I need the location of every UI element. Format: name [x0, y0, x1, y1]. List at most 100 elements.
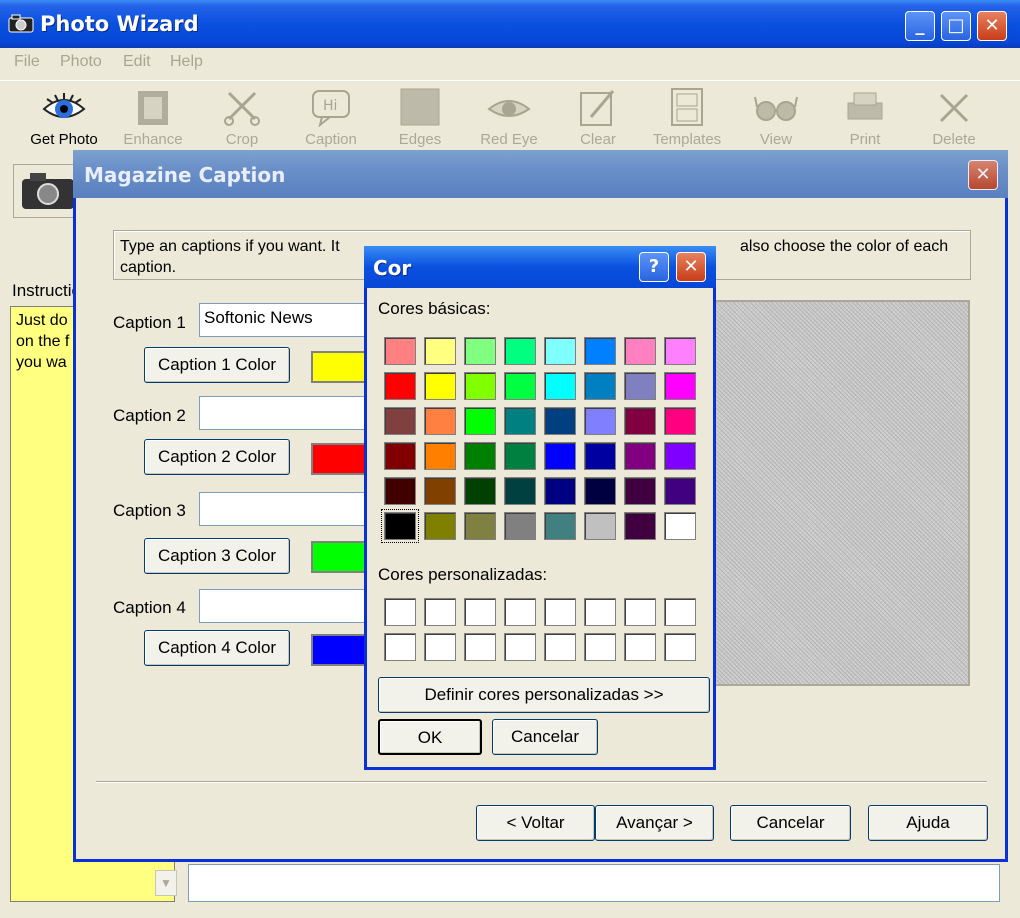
basic-color-swatch-26[interactable]: [464, 442, 496, 470]
custom-color-swatch-14[interactable]: [624, 633, 656, 661]
basic-color-swatch-6[interactable]: [624, 337, 656, 365]
caption-1-color-swatch[interactable]: [311, 351, 369, 383]
basic-color-swatch-0[interactable]: [384, 337, 416, 365]
basic-color-swatch-28[interactable]: [544, 442, 576, 470]
red-eye-button[interactable]: Red Eye: [467, 87, 551, 148]
basic-color-swatch-29[interactable]: [584, 442, 616, 470]
basic-color-swatch-13[interactable]: [584, 372, 616, 400]
caption-1-color-button[interactable]: Caption 1 Color: [144, 347, 290, 383]
custom-color-swatch-4[interactable]: [544, 598, 576, 626]
scroll-down-button[interactable]: ▼: [155, 870, 177, 896]
basic-color-swatch-16[interactable]: [384, 407, 416, 435]
photo-source-button[interactable]: [13, 164, 75, 218]
basic-color-swatch-45[interactable]: [584, 512, 616, 540]
basic-color-swatch-14[interactable]: [624, 372, 656, 400]
basic-color-swatch-22[interactable]: [624, 407, 656, 435]
caption-3-color-button[interactable]: Caption 3 Color: [144, 538, 290, 574]
basic-color-swatch-35[interactable]: [504, 477, 536, 505]
magazine-caption-titlebar[interactable]: Magazine Caption ✕: [73, 150, 1008, 198]
basic-color-swatch-9[interactable]: [424, 372, 456, 400]
basic-color-swatch-30[interactable]: [624, 442, 656, 470]
caption-1-input[interactable]: Softonic News: [199, 303, 369, 337]
clear-button[interactable]: Clear: [556, 87, 640, 148]
get-photo-button[interactable]: Get Photo: [22, 87, 106, 148]
custom-color-swatch-5[interactable]: [584, 598, 616, 626]
basic-color-swatch-17[interactable]: [424, 407, 456, 435]
main-titlebar[interactable]: Photo Wizard _ □ ✕: [0, 0, 1020, 48]
minimize-button[interactable]: _: [905, 11, 935, 41]
menu-file[interactable]: File: [14, 53, 40, 71]
custom-color-swatch-10[interactable]: [464, 633, 496, 661]
delete-button[interactable]: Delete: [912, 87, 996, 148]
basic-color-swatch-44[interactable]: [544, 512, 576, 540]
view-button[interactable]: View: [734, 87, 818, 148]
basic-color-swatch-23[interactable]: [664, 407, 696, 435]
ok-button[interactable]: OK: [378, 719, 482, 755]
basic-color-swatch-33[interactable]: [424, 477, 456, 505]
crop-button[interactable]: Crop: [200, 87, 284, 148]
edges-button[interactable]: Edges: [378, 87, 462, 148]
basic-color-swatch-46[interactable]: [624, 512, 656, 540]
basic-color-swatch-37[interactable]: [584, 477, 616, 505]
basic-color-swatch-31[interactable]: [664, 442, 696, 470]
caption-4-input[interactable]: [199, 589, 369, 623]
caption-2-color-swatch[interactable]: [311, 443, 369, 475]
define-custom-colors-button[interactable]: Definir cores personalizadas >>: [378, 677, 710, 713]
custom-color-swatch-13[interactable]: [584, 633, 616, 661]
caption-2-color-button[interactable]: Caption 2 Color: [144, 439, 290, 475]
basic-color-swatch-21[interactable]: [584, 407, 616, 435]
basic-color-swatch-18[interactable]: [464, 407, 496, 435]
basic-color-swatch-12[interactable]: [544, 372, 576, 400]
custom-color-swatch-0[interactable]: [384, 598, 416, 626]
magazine-close-button[interactable]: ✕: [968, 160, 998, 190]
caption-2-input[interactable]: [199, 396, 369, 430]
maximize-button[interactable]: □: [941, 11, 971, 41]
basic-color-swatch-47[interactable]: [664, 512, 696, 540]
basic-color-swatch-11[interactable]: [504, 372, 536, 400]
wizard-cancel-button[interactable]: Cancelar: [730, 805, 851, 841]
basic-color-swatch-20[interactable]: [544, 407, 576, 435]
basic-color-swatch-24[interactable]: [384, 442, 416, 470]
basic-color-swatch-5[interactable]: [584, 337, 616, 365]
basic-color-swatch-34[interactable]: [464, 477, 496, 505]
custom-color-swatch-6[interactable]: [624, 598, 656, 626]
menu-photo[interactable]: Photo: [60, 53, 102, 71]
status-input[interactable]: [188, 864, 1000, 902]
caption-3-color-swatch[interactable]: [311, 541, 369, 573]
basic-color-swatch-2[interactable]: [464, 337, 496, 365]
caption-4-color-button[interactable]: Caption 4 Color: [144, 630, 290, 666]
basic-color-swatch-36[interactable]: [544, 477, 576, 505]
back-button[interactable]: < Voltar: [476, 805, 595, 841]
basic-color-swatch-1[interactable]: [424, 337, 456, 365]
custom-color-swatch-8[interactable]: [384, 633, 416, 661]
basic-color-swatch-7[interactable]: [664, 337, 696, 365]
close-button[interactable]: ✕: [977, 11, 1007, 41]
menu-edit[interactable]: Edit: [123, 53, 151, 71]
custom-color-swatch-9[interactable]: [424, 633, 456, 661]
caption-button[interactable]: Hi Caption: [289, 87, 373, 148]
custom-color-swatch-7[interactable]: [664, 598, 696, 626]
print-button[interactable]: Print: [823, 87, 907, 148]
basic-color-swatch-15[interactable]: [664, 372, 696, 400]
wizard-help-button[interactable]: Ajuda: [868, 805, 988, 841]
basic-color-swatch-39[interactable]: [664, 477, 696, 505]
basic-color-swatch-43[interactable]: [504, 512, 536, 540]
basic-color-swatch-4[interactable]: [544, 337, 576, 365]
basic-color-swatch-42[interactable]: [464, 512, 496, 540]
basic-color-swatch-27[interactable]: [504, 442, 536, 470]
basic-color-swatch-3[interactable]: [504, 337, 536, 365]
basic-color-swatch-19[interactable]: [504, 407, 536, 435]
custom-color-swatch-2[interactable]: [464, 598, 496, 626]
basic-color-swatch-10[interactable]: [464, 372, 496, 400]
basic-color-swatch-25[interactable]: [424, 442, 456, 470]
custom-color-swatch-11[interactable]: [504, 633, 536, 661]
menu-help[interactable]: Help: [170, 53, 203, 71]
custom-color-swatch-15[interactable]: [664, 633, 696, 661]
basic-color-swatch-8[interactable]: [384, 372, 416, 400]
color-cancel-button[interactable]: Cancelar: [492, 719, 598, 755]
enhance-button[interactable]: Enhance: [111, 87, 195, 148]
custom-color-swatch-1[interactable]: [424, 598, 456, 626]
next-button[interactable]: Avançar >: [595, 805, 714, 841]
basic-color-swatch-40[interactable]: [381, 509, 419, 543]
custom-color-swatch-3[interactable]: [504, 598, 536, 626]
